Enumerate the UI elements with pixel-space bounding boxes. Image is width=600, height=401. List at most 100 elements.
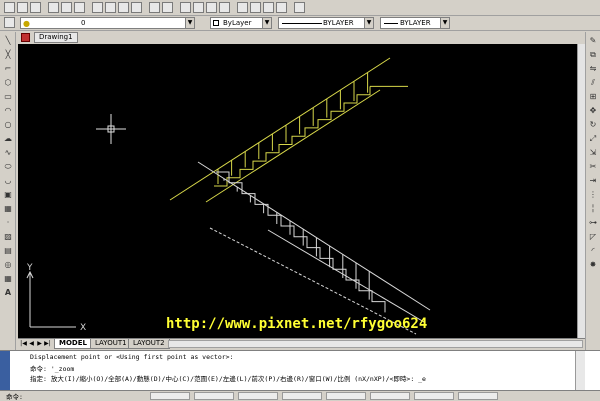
polygon-icon[interactable]: ⬡ — [3, 78, 13, 88]
color-dropdown[interactable]: ByLayer ▼ — [210, 17, 272, 29]
color-swatch — [213, 20, 219, 26]
lwt-toggle[interactable] — [414, 392, 454, 400]
new-file-icon[interactable] — [4, 2, 15, 13]
prev-tab-icon[interactable]: ◀ — [28, 340, 35, 348]
circle-icon[interactable]: ○ — [3, 120, 13, 130]
copy-object-icon[interactable]: ⧉ — [588, 50, 598, 60]
redo-icon[interactable] — [162, 2, 173, 13]
revision-cloud-icon[interactable]: ☁ — [3, 134, 13, 144]
command-window[interactable]: Displacement point or <Using first point… — [0, 350, 600, 391]
ortho-toggle[interactable] — [238, 392, 278, 400]
construction-line-icon[interactable]: ╳ — [3, 50, 13, 60]
move-icon[interactable]: ✥ — [588, 106, 598, 116]
drawing-canvas[interactable]: Y X http://www.pixnet.net/rfygoo624 — [18, 44, 585, 338]
tab-layout2[interactable]: LAYOUT2 — [128, 339, 170, 349]
break-icon[interactable]: ╎ — [588, 204, 598, 214]
offset-icon[interactable]: ⫽ — [588, 78, 598, 88]
mirror-icon[interactable]: ⇋ — [588, 64, 598, 74]
ucs-y-label: Y — [26, 263, 33, 273]
trim-icon[interactable]: ✂ — [588, 162, 598, 172]
first-tab-icon[interactable]: |◀ — [20, 340, 27, 348]
rotate-icon[interactable]: ↻ — [588, 120, 598, 130]
tab-model[interactable]: MODEL — [54, 339, 92, 349]
status-bar: 命令: — [0, 390, 600, 401]
layer-dropdown[interactable]: ● 0 ▼ — [20, 17, 195, 29]
region-icon[interactable]: ◎ — [3, 260, 13, 270]
polar-toggle[interactable] — [282, 392, 322, 400]
color-value: ByLayer — [223, 19, 252, 27]
layers-properties-toolbar: ● 0 ▼ ByLayer ▼ BYLAYER ▼ BYLAYER ▼ — [0, 16, 600, 31]
make-block-icon[interactable]: ▦ — [3, 204, 13, 214]
snap-toggle[interactable] — [150, 392, 190, 400]
table-icon[interactable]: ▦ — [3, 274, 13, 284]
command-window-handle[interactable] — [0, 351, 10, 391]
ellipse-icon[interactable]: ⬭ — [3, 162, 13, 172]
linetype-sample — [282, 23, 322, 24]
document-tabbar: Drawing1 — [18, 32, 585, 43]
help-icon[interactable] — [294, 2, 305, 13]
design-center-icon[interactable] — [250, 2, 261, 13]
ellipse-arc-icon[interactable]: ◡ — [3, 176, 13, 186]
hatch-icon[interactable]: ▨ — [3, 232, 13, 242]
cut-icon[interactable] — [92, 2, 103, 13]
layer-state-icon: ● — [23, 19, 30, 28]
document-tab[interactable]: Drawing1 — [34, 32, 78, 43]
tab-layout1[interactable]: LAYOUT1 — [90, 339, 132, 349]
publish-icon[interactable] — [74, 2, 85, 13]
line-icon[interactable]: ╲ — [3, 36, 13, 46]
erase-icon[interactable]: ✎ — [588, 36, 598, 46]
point-icon[interactable]: · — [3, 218, 13, 228]
osnap-toggle[interactable] — [326, 392, 366, 400]
zoom-previous-icon[interactable] — [219, 2, 230, 13]
linetype-dropdown[interactable]: BYLAYER ▼ — [278, 17, 374, 29]
scale-icon[interactable]: ⤢ — [588, 134, 598, 144]
linetype-value: BYLAYER — [323, 19, 354, 27]
watermark-text: http://www.pixnet.net/rfygoo624 — [166, 316, 427, 332]
stretch-icon[interactable]: ⇲ — [588, 148, 598, 158]
command-scrollbar[interactable] — [575, 351, 585, 391]
zoom-window-icon[interactable] — [206, 2, 217, 13]
layer-value: 0 — [81, 19, 86, 27]
layout-tabbar: |◀ ◀ ▶ ▶| MODEL LAYOUT1 LAYOUT2 — [18, 338, 585, 349]
pan-icon[interactable] — [180, 2, 191, 13]
open-file-icon[interactable] — [17, 2, 28, 13]
extend-icon[interactable]: ⇥ — [588, 176, 598, 186]
rectangle-icon[interactable]: ▭ — [3, 92, 13, 102]
print-icon[interactable] — [48, 2, 59, 13]
tool-palettes-icon[interactable] — [263, 2, 274, 13]
spline-icon[interactable]: ∿ — [3, 148, 13, 158]
array-icon[interactable]: ⊞ — [588, 92, 598, 102]
break-point-icon[interactable]: ⋮ — [588, 190, 598, 200]
polyline-icon[interactable]: ⌐ — [3, 64, 13, 74]
next-tab-icon[interactable]: ▶ — [36, 340, 43, 348]
vertical-scrollbar[interactable] — [577, 44, 585, 338]
paste-icon[interactable] — [118, 2, 129, 13]
zoom-realtime-icon[interactable] — [193, 2, 204, 13]
explode-icon[interactable]: ✸ — [588, 260, 598, 270]
arc-icon[interactable]: ◠ — [3, 106, 13, 116]
properties-icon[interactable] — [237, 2, 248, 13]
insert-block-icon[interactable]: ▣ — [3, 190, 13, 200]
lineweight-value: BYLAYER — [400, 19, 431, 27]
model-toggle[interactable] — [458, 392, 498, 400]
horizontal-scrollbar[interactable] — [168, 340, 583, 348]
otrack-toggle[interactable] — [370, 392, 410, 400]
save-icon[interactable] — [30, 2, 41, 13]
lineweight-dropdown[interactable]: BYLAYER ▼ — [380, 17, 450, 29]
last-tab-icon[interactable]: ▶| — [44, 340, 51, 348]
copy-icon[interactable] — [105, 2, 116, 13]
lineweight-sample — [384, 23, 398, 24]
fillet-icon[interactable]: ◜ — [588, 246, 598, 256]
multiline-text-icon[interactable]: A — [3, 288, 13, 298]
ucs-x-label: X — [80, 323, 86, 333]
grid-toggle[interactable] — [194, 392, 234, 400]
sheet-set-icon[interactable] — [276, 2, 287, 13]
match-properties-icon[interactable] — [131, 2, 142, 13]
chamfer-icon[interactable]: ◸ — [588, 232, 598, 242]
layer-manager-icon[interactable] — [4, 17, 15, 28]
print-preview-icon[interactable] — [61, 2, 72, 13]
join-icon[interactable]: ⊶ — [588, 218, 598, 228]
gradient-icon[interactable]: ▤ — [3, 246, 13, 256]
command-history-line: 命令: '_zoom — [30, 365, 75, 373]
undo-icon[interactable] — [149, 2, 160, 13]
